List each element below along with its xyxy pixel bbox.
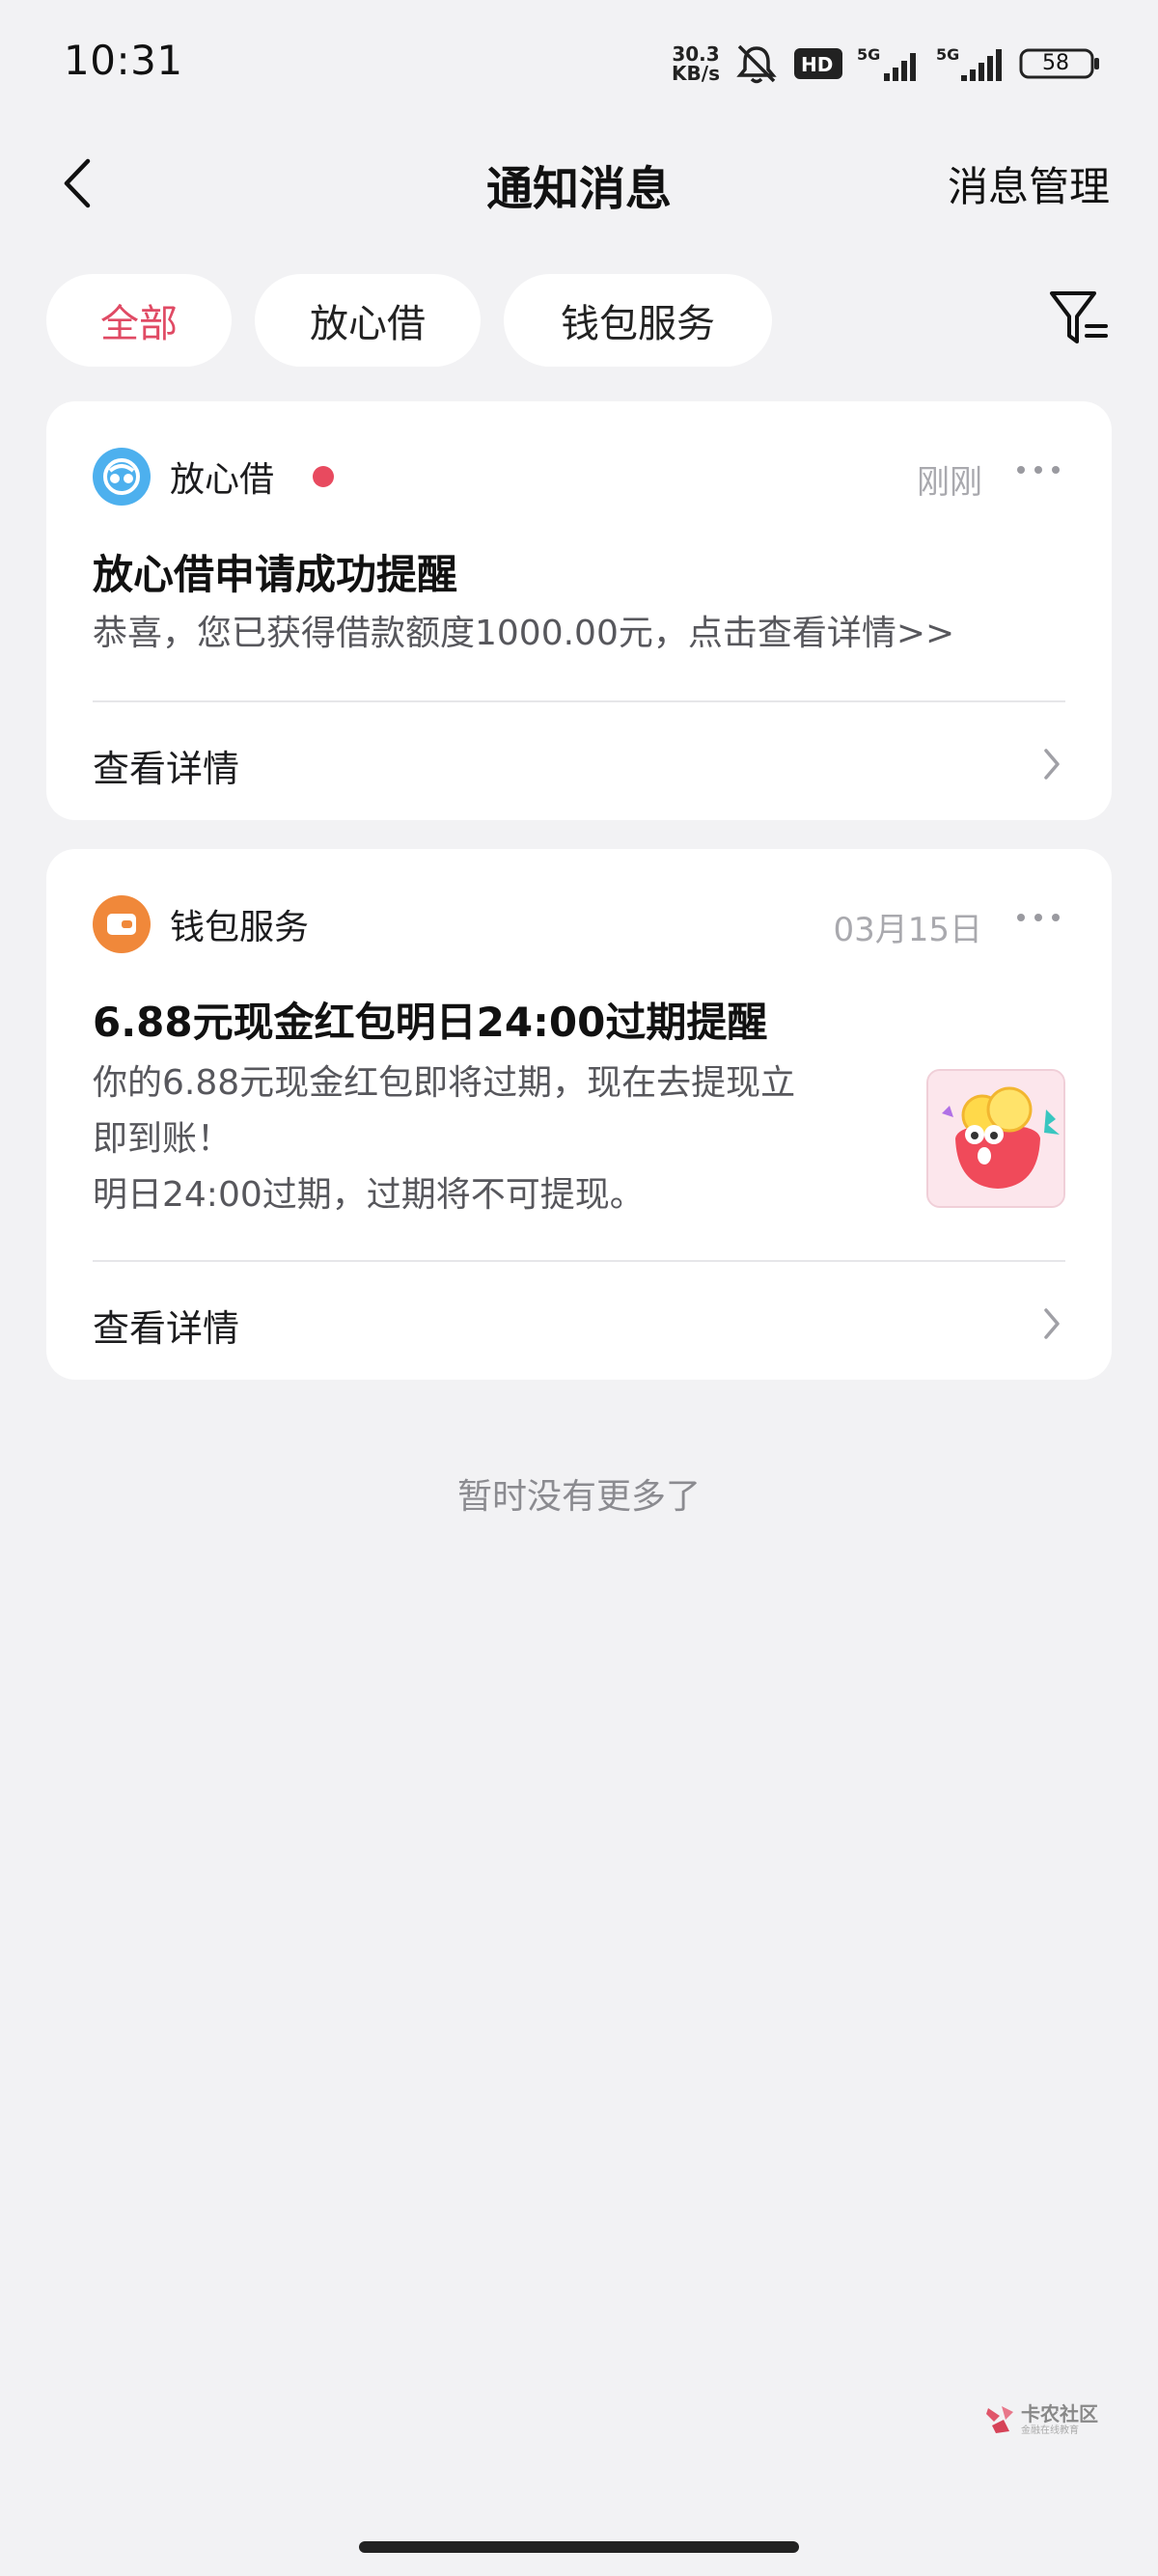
- svg-text:5G: 5G: [936, 45, 959, 64]
- signal-5g-icon-1: 5G: [857, 44, 923, 83]
- watermark-subtitle: 金融在线教育: [1021, 2425, 1079, 2436]
- net-speed-value: 30.3: [672, 42, 720, 66]
- view-details-link[interactable]: 查看详情: [93, 1299, 239, 1352]
- net-speed: 30.3 KB/s: [672, 44, 720, 83]
- chevron-right-icon: [1044, 749, 1060, 780]
- message-manage-button[interactable]: 消息管理: [948, 154, 1110, 213]
- card-header: 钱包服务: [93, 895, 309, 953]
- message-body-line: 明日24:00过期，过期将不可提现。: [93, 1175, 645, 1215]
- chevron-right-icon: [1044, 1308, 1060, 1339]
- message-body: 你的6.88元现金红包即将过期，现在去提现立 即到账！ 明日24:00过期，过期…: [93, 1055, 884, 1223]
- filter-icon: [1050, 291, 1108, 343]
- view-details-link[interactable]: 查看详情: [93, 739, 239, 792]
- unread-dot: [313, 466, 335, 487]
- status-icons: 30.3 KB/s HD 5G 5G 58: [672, 42, 1100, 85]
- fangxinjie-logo-icon: [93, 448, 151, 506]
- divider: [93, 1260, 1065, 1262]
- battery-icon: 58: [1019, 48, 1100, 79]
- more-icon[interactable]: [1017, 911, 1060, 924]
- app-name: 放心借: [170, 460, 275, 500]
- more-icon[interactable]: [1017, 463, 1060, 477]
- wallet-icon: [93, 895, 151, 953]
- filter-tabs: 全部 放心借 钱包服务: [46, 274, 772, 367]
- message-title: 放心借申请成功提醒: [93, 551, 458, 598]
- message-title: 6.88元现金红包明日24:00过期提醒: [93, 999, 768, 1046]
- message-time: 03月15日: [833, 911, 982, 949]
- message-body-line: 你的6.88元现金红包即将过期，现在去提现立: [93, 1063, 796, 1103]
- watermark-logo-icon: [986, 2406, 1013, 2433]
- battery-level: 58: [1042, 51, 1069, 75]
- message-card[interactable]: 放心借 刚刚 放心借申请成功提醒 恭喜，您已获得借款额度1000.00元，点击查…: [46, 401, 1112, 820]
- home-indicator[interactable]: [359, 2541, 799, 2553]
- mute-icon: [733, 42, 780, 85]
- message-body-line: 即到账！: [93, 1119, 233, 1159]
- status-bar: 10:31 30.3 KB/s HD 5G 5G 58: [0, 0, 1158, 125]
- message-body: 恭喜，您已获得借款额度1000.00元，点击查看详情>>: [93, 614, 955, 653]
- svg-text:5G: 5G: [857, 45, 880, 64]
- svg-text:HD: HD: [801, 53, 833, 76]
- net-speed-unit: KB/s: [672, 62, 720, 85]
- watermark: 卡农社区 金融在线教育: [982, 2398, 1108, 2441]
- tab-all[interactable]: 全部: [46, 274, 232, 367]
- filter-button[interactable]: [1048, 288, 1110, 349]
- signal-5g-icon-2: 5G: [936, 44, 1006, 83]
- top-bar: 通知消息 消息管理: [0, 125, 1158, 251]
- app-name: 钱包服务: [170, 908, 310, 947]
- divider: [93, 700, 1065, 702]
- tab-fangxinjie[interactable]: 放心借: [255, 274, 481, 367]
- red-packet-thumbnail: [926, 1069, 1065, 1208]
- end-of-list-text: 暂时没有更多了: [456, 1477, 701, 1517]
- hd-icon: HD: [793, 44, 843, 83]
- tab-wallet-service[interactable]: 钱包服务: [504, 274, 772, 367]
- message-time: 刚刚: [917, 463, 982, 502]
- message-card[interactable]: 钱包服务 03月15日 6.88元现金红包明日24:00过期提醒 你的6.88元…: [46, 849, 1112, 1380]
- notification-page: 10:31 30.3 KB/s HD 5G 5G 58 通知消息 消息管理 全部…: [0, 0, 1158, 2576]
- status-time: 10:31: [64, 37, 183, 84]
- card-header: 放心借: [93, 448, 335, 506]
